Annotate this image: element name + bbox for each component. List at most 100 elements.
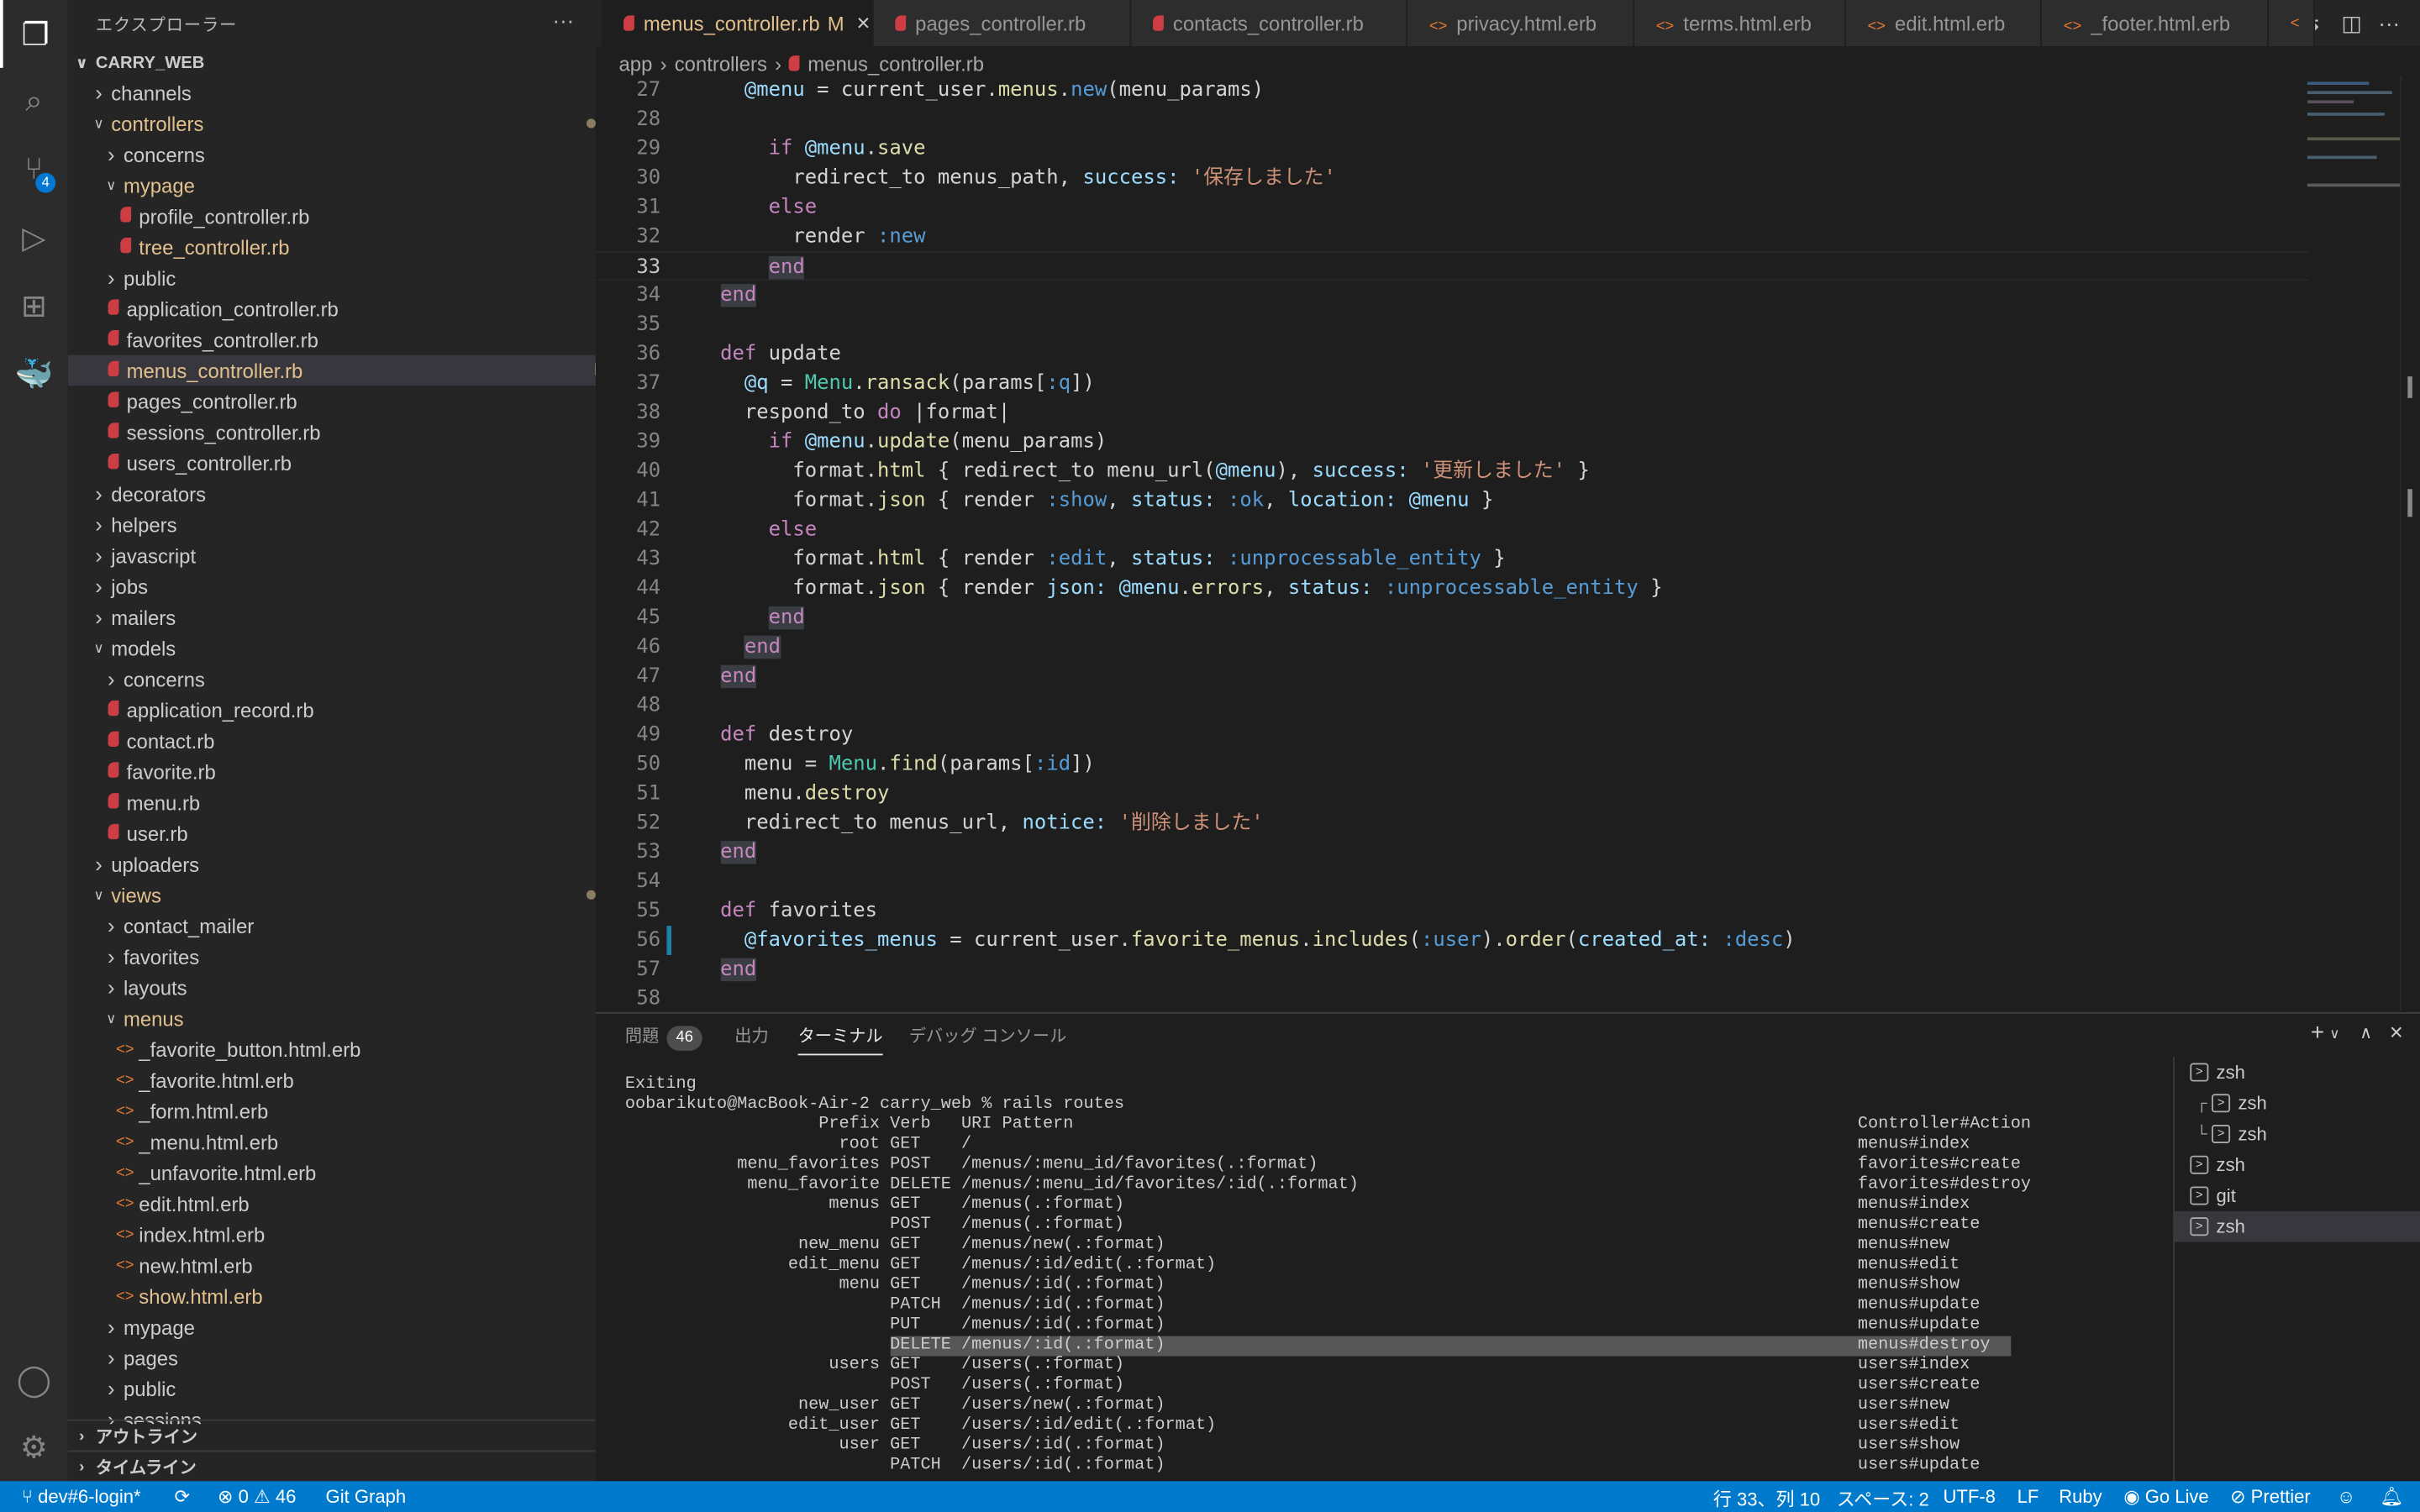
problems-indicator[interactable]: ⊗ 0 ⚠ 46	[218, 1486, 296, 1508]
prettier-button[interactable]: ⊘ Prettier	[2230, 1486, 2311, 1508]
terminal-instance[interactable]: > zsh	[2175, 1149, 2420, 1180]
folder-item[interactable]: › public	[68, 1373, 596, 1404]
file-item[interactable]: <> _form.html.erb	[68, 1095, 596, 1126]
file-item[interactable]: <> _unfavorite.html.erb	[68, 1158, 596, 1189]
tab-menus-controller-rb[interactable]: menus_controller.rb M ×	[602, 0, 874, 47]
account-icon[interactable]: ◯	[0, 1346, 68, 1414]
editor-scrollbar[interactable]	[2400, 76, 2420, 1011]
source-control-icon[interactable]: ⑂ 4	[0, 136, 68, 204]
docker-icon[interactable]: 🐳	[0, 339, 68, 407]
close-tab-icon[interactable]: ×	[856, 10, 870, 36]
chevron-down-icon[interactable]: ∨	[2329, 1026, 2339, 1042]
file-item[interactable]: <> _menu.html.erb	[68, 1126, 596, 1158]
indentation[interactable]: スペース: 2	[1837, 1486, 1929, 1512]
terminal-output[interactable]: Exiting oobarikuto@MacBook-Air-2 carry_we…	[625, 1075, 2169, 1483]
panel-tab[interactable]: 出力	[734, 1023, 768, 1047]
folder-item[interactable]: › pages	[68, 1342, 596, 1373]
file-item[interactable]: <>show.html.erbM	[68, 1280, 596, 1311]
split-editor-icon[interactable]: ◫	[2341, 11, 2361, 37]
tab-edit-html-erb[interactable]: <> edit.html.erb	[1845, 0, 2043, 47]
terminal-instance[interactable]: > git	[2175, 1180, 2420, 1211]
folder-item[interactable]: › helpers	[68, 509, 596, 540]
file-item[interactable]: <> edit.html.erb	[68, 1188, 596, 1219]
file-item[interactable]: tree_controller.rbM	[68, 232, 596, 263]
terminal-instance[interactable]: > zsh	[2175, 1057, 2420, 1088]
folder-item[interactable]: ∨ controllers	[68, 108, 596, 139]
folder-item[interactable]: ∨ mypage	[68, 170, 596, 201]
file-item[interactable]: menu.rb	[68, 787, 596, 818]
folder-item[interactable]: ∨ views	[68, 879, 596, 911]
file-item[interactable]: users_controller.rb	[68, 448, 596, 479]
panel-tab[interactable]: 問題 46	[625, 1023, 702, 1051]
extensions-icon[interactable]: ⊞	[0, 271, 68, 339]
file-item[interactable]: favorites_controller.rb	[68, 324, 596, 355]
workspace-root-header[interactable]: ∨ CARRY_WEB	[68, 48, 596, 79]
file-item[interactable]: favorite.rb	[68, 756, 596, 787]
folder-item[interactable]: › mailers	[68, 601, 596, 633]
file-item[interactable]: application_controller.rb	[68, 293, 596, 324]
terminal-instance[interactable]: └ > zsh	[2175, 1119, 2420, 1150]
language-mode[interactable]: Ruby	[2059, 1486, 2102, 1508]
go-live-button[interactable]: ◉ Go Live	[2123, 1486, 2208, 1508]
tab-privacy-html-erb[interactable]: <> privacy.html.erb	[1407, 0, 1635, 47]
file-item[interactable]: <> new.html.erb	[68, 1250, 596, 1281]
file-item[interactable]: menus_controller.rbM	[67, 354, 596, 386]
folder-item[interactable]: › decorators	[68, 478, 596, 509]
git-graph-button[interactable]: Git Graph	[326, 1486, 407, 1508]
tab-overflow[interactable]: <	[2269, 0, 2316, 47]
gear-icon[interactable]: ⚙	[0, 1413, 68, 1481]
minimap[interactable]	[2300, 76, 2403, 199]
folder-item[interactable]: › javascript	[68, 540, 596, 571]
folder-item[interactable]: › favorites	[68, 941, 596, 972]
terminal-instance[interactable]: > zsh	[2174, 1210, 2420, 1242]
folder-item[interactable]: › mypage	[68, 1311, 596, 1342]
tab--footer-html-erb[interactable]: <> _footer.html.erb	[2042, 0, 2270, 47]
feedback-icon[interactable]: ☺	[2337, 1486, 2356, 1508]
encoding[interactable]: UTF-8	[1943, 1486, 1995, 1508]
panel-tab[interactable]: ターミナル	[797, 1023, 883, 1056]
file-item[interactable]: <> _favorite_button.html.erb	[68, 1034, 596, 1065]
folder-item[interactable]: › layouts	[68, 972, 596, 1003]
tab-contacts-controller-rb[interactable]: contacts_controller.rb	[1131, 0, 1408, 47]
new-terminal-icon[interactable]: +	[2311, 1020, 2324, 1046]
bell-icon[interactable]: 🔔︎	[2380, 1486, 2403, 1508]
code-editor[interactable]: 27 @menu = current_user.menus.new(menu_p…	[595, 76, 2420, 1011]
file-item[interactable]: application_record.rb	[68, 695, 596, 726]
timeline-section[interactable]: › タイムライン	[67, 1450, 596, 1483]
tab-terms-html-erb[interactable]: <> terms.html.erb	[1634, 0, 1846, 47]
sync-icon[interactable]: ⟳	[175, 1486, 190, 1508]
file-item[interactable]: pages_controller.rb	[68, 386, 596, 417]
folder-item[interactable]: › contact_mailer	[68, 911, 596, 942]
terminal-instance[interactable]: ┌ > zsh	[2175, 1088, 2420, 1119]
file-item[interactable]: contact.rb	[68, 725, 596, 756]
folder-item[interactable]: › uploaders	[68, 848, 596, 879]
file-item[interactable]: user.rb	[68, 817, 596, 848]
file-item[interactable]: profile_controller.rb	[68, 201, 596, 232]
folder-item[interactable]: › concerns	[68, 139, 596, 170]
folder-item[interactable]: › public	[68, 262, 596, 293]
folder-item[interactable]: ∨ models	[68, 633, 596, 664]
maximize-panel-icon[interactable]: ∧	[2360, 1023, 2372, 1043]
end-of-line[interactable]: LF	[2018, 1486, 2039, 1508]
cursor-position[interactable]: 行 33、列 10	[1713, 1486, 1820, 1512]
panel-tab[interactable]: デバッグ コンソール	[909, 1023, 1066, 1047]
more-actions-icon[interactable]: ···	[553, 8, 575, 32]
branch-indicator[interactable]: ⑂ dev#6-login*	[22, 1486, 141, 1508]
search-icon[interactable]: ⌕	[0, 68, 68, 136]
more-actions-icon[interactable]: ···	[2378, 11, 2400, 35]
folder-item[interactable]: › channels	[68, 77, 596, 108]
close-panel-icon[interactable]: ×	[2390, 1020, 2403, 1046]
breadcrumb-item[interactable]: controllers	[675, 52, 767, 76]
folder-item[interactable]: ∨ menus	[68, 1003, 596, 1034]
folder-item[interactable]: › jobs	[68, 571, 596, 602]
breadcrumb-item[interactable]: app	[619, 52, 653, 76]
breadcrumb-item[interactable]: menus_controller.rb	[808, 52, 984, 76]
file-item[interactable]: sessions_controller.rb	[68, 417, 596, 448]
file-item[interactable]: <> _favorite.html.erb	[68, 1064, 596, 1095]
tab-pages-controller-rb[interactable]: pages_controller.rb	[873, 0, 1132, 47]
run-debug-icon[interactable]: ▷	[0, 203, 68, 271]
folder-item[interactable]: › concerns	[68, 664, 596, 695]
explorer-icon[interactable]: ❐	[0, 0, 68, 68]
outline-section[interactable]: › アウトライン	[67, 1419, 596, 1452]
file-item[interactable]: <> index.html.erb	[68, 1219, 596, 1250]
